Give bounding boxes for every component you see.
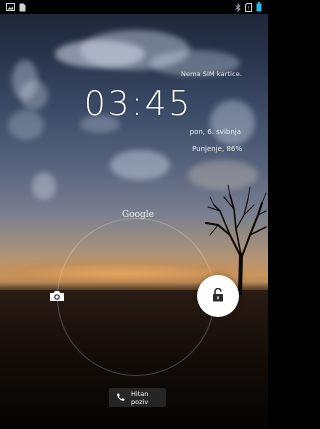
google-search-target[interactable]: Google bbox=[122, 210, 154, 220]
date-text: pon, 6. svibnja bbox=[189, 128, 241, 136]
battery-icon bbox=[256, 2, 262, 12]
unlock-handle[interactable] bbox=[197, 275, 239, 317]
emergency-call-button[interactable]: Hitan poziv bbox=[109, 388, 166, 407]
clock-time: 03:45 bbox=[84, 84, 192, 124]
status-bar-right: ! bbox=[235, 2, 262, 12]
image-notification-icon bbox=[6, 3, 15, 12]
cloud bbox=[20, 80, 48, 110]
cloud bbox=[32, 172, 56, 200]
carrier-text: Nema SIM kartice. bbox=[181, 70, 242, 78]
document-notification-icon bbox=[19, 3, 26, 12]
cloud bbox=[110, 150, 170, 180]
phone-icon bbox=[116, 393, 125, 402]
cloud bbox=[210, 100, 255, 145]
lockscreen: ! Nema SIM kartice. 03:45 pon, 6. svibnj… bbox=[0, 0, 268, 429]
camera-target[interactable] bbox=[48, 289, 66, 303]
unlock-ring bbox=[57, 218, 215, 376]
unlock-icon bbox=[212, 287, 224, 306]
no-sim-icon: ! bbox=[245, 2, 252, 12]
bluetooth-icon bbox=[235, 2, 241, 12]
status-bar: ! bbox=[0, 0, 268, 14]
cloud bbox=[8, 110, 44, 140]
camera-icon bbox=[49, 287, 65, 306]
charging-status: Punjenje, 86% bbox=[192, 145, 242, 153]
emergency-call-label: Hitan poziv bbox=[131, 389, 149, 406]
svg-text:!: ! bbox=[247, 6, 249, 12]
status-bar-left bbox=[6, 3, 26, 12]
